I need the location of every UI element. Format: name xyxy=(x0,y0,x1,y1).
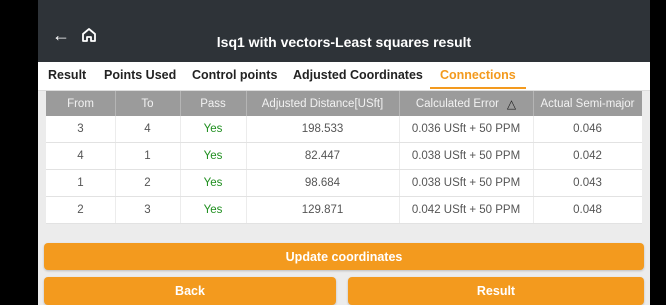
cell-pass: Yes xyxy=(180,143,247,169)
cell-adjusted-distance: 129.871 xyxy=(246,197,400,223)
tab-result[interactable]: Result xyxy=(48,68,86,82)
cell-adjusted-distance: 198.533 xyxy=(246,116,400,142)
cell-calculated-error: 0.036 USft + 50 PPM xyxy=(399,116,534,142)
cell-from: 4 xyxy=(46,143,116,169)
cell-to: 4 xyxy=(115,116,181,142)
cell-semi-major: 0.043 xyxy=(573,177,602,189)
column-header-from[interactable]: From xyxy=(46,91,116,116)
back-button[interactable]: Back xyxy=(44,277,336,305)
table-row[interactable]: 1 2 Yes 98.684 0.038 USft + 50 PPM 0.043 xyxy=(46,170,642,197)
tab-adjusted-coordinates[interactable]: Adjusted Coordinates xyxy=(293,68,423,82)
calculated-error-label: Calculated Error xyxy=(415,97,499,110)
table-row[interactable]: 4 1 Yes 82.447 0.038 USft + 50 PPM 0.042 xyxy=(46,143,642,170)
column-header-semi-major[interactable]: Actual Semi-major xyxy=(533,91,642,116)
cell-from: 2 xyxy=(46,197,116,223)
column-header-calculated-error[interactable]: Calculated Error △ xyxy=(399,91,534,116)
tab-control-points[interactable]: Control points xyxy=(192,68,277,82)
tab-points-used[interactable]: Points Used xyxy=(104,68,176,82)
cell-calculated-error: 0.038 USft + 50 PPM xyxy=(399,170,534,196)
table-header: From To Pass Adjusted Distance[USft] Cal… xyxy=(46,91,642,116)
title-bar: ← lsq1 with vectors-Least squares result xyxy=(38,0,650,62)
cell-to: 2 xyxy=(115,170,181,196)
connections-table: From To Pass Adjusted Distance[USft] Cal… xyxy=(46,91,642,224)
cell-pass: Yes xyxy=(180,197,247,223)
cell-semi-major: 0.046 xyxy=(573,123,602,135)
update-coordinates-button[interactable]: Update coordinates xyxy=(44,243,644,270)
tab-connections[interactable]: Connections xyxy=(440,68,516,82)
cell-calculated-error: 0.042 USft + 50 PPM xyxy=(399,197,534,223)
cell-semi-major: 0.042 xyxy=(573,150,602,162)
cell-semi-major: 0.048 xyxy=(573,204,602,216)
column-header-pass[interactable]: Pass xyxy=(180,91,247,116)
page-title: lsq1 with vectors-Least squares result xyxy=(216,34,472,50)
cell-calculated-error: 0.038 USft + 50 PPM xyxy=(399,143,534,169)
cell-from: 3 xyxy=(46,116,116,142)
active-tab-indicator xyxy=(430,87,526,89)
cell-to: 3 xyxy=(115,197,181,223)
cell-to: 1 xyxy=(115,143,181,169)
cell-from: 1 xyxy=(46,170,116,196)
column-header-adjusted-distance[interactable]: Adjusted Distance[USft] xyxy=(246,91,400,116)
column-header-to[interactable]: To xyxy=(115,91,181,116)
table-row[interactable]: 2 3 Yes 129.871 0.042 USft + 50 PPM 0.04… xyxy=(46,197,642,224)
cell-adjusted-distance: 82.447 xyxy=(246,143,400,169)
result-button[interactable]: Result xyxy=(348,277,644,305)
table-row[interactable]: 3 4 Yes 198.533 0.036 USft + 50 PPM 0.04… xyxy=(46,116,642,143)
tab-bar: Result Points Used Control points Adjust… xyxy=(38,62,650,91)
cell-pass: Yes xyxy=(180,116,247,142)
app-window: ← lsq1 with vectors-Least squares result… xyxy=(38,0,650,305)
cell-adjusted-distance: 98.684 xyxy=(246,170,400,196)
delta-icon[interactable]: △ xyxy=(507,97,516,111)
cell-pass: Yes xyxy=(180,170,247,196)
